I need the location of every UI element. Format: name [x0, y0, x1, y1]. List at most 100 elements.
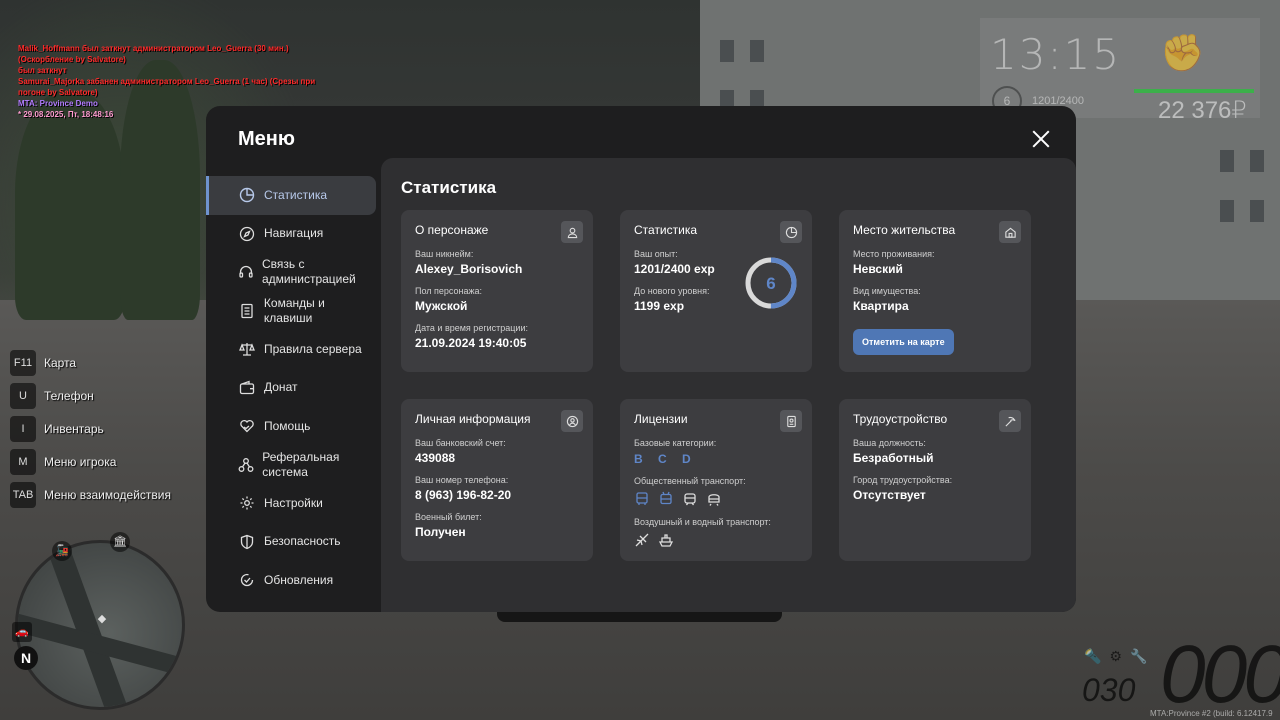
residence-place-value: Невский [853, 262, 903, 276]
nav-label: Настройки [264, 495, 323, 510]
registration-label: Дата и время регистрации: [415, 323, 528, 333]
stats-card: Статистика Ваш опыт: 1201/2400 exp До но… [620, 210, 812, 372]
level-value: 6 [766, 274, 775, 293]
nav-item-rules[interactable]: Правила сервера [206, 330, 376, 369]
residence-place-label: Место проживания: [853, 249, 935, 259]
gear-icon [238, 494, 256, 512]
nav-label: Донат [264, 380, 298, 395]
key-hint: TAB Меню взаимодействия [10, 478, 171, 511]
nav-item-updates[interactable]: Обновления [206, 561, 376, 600]
compass-icon [238, 225, 256, 243]
close-button[interactable] [1028, 126, 1054, 152]
key-label: Меню игрока [44, 454, 117, 469]
position-value: Безработный [853, 451, 934, 465]
nav-item-contact-admin[interactable]: Связь с администрацией [206, 253, 376, 292]
license-icon [780, 410, 802, 432]
speed-readout: 000 [1160, 629, 1280, 720]
key-label: Инвентарь [44, 421, 104, 436]
content-panel: Статистика О персонаже Ваш никнейм: Alex… [381, 158, 1076, 612]
pickaxe-icon [999, 410, 1021, 432]
airplane-icon [634, 532, 650, 548]
home-icon [999, 221, 1021, 243]
bank-account-label: Ваш банковский счет: [415, 438, 506, 448]
work-city-value: Отсутствует [853, 488, 926, 502]
nav-label: Статистика [264, 187, 328, 202]
chat-line: был заткнут [18, 66, 67, 75]
character-card: О персонаже Ваш никнейм: Alexey_Borisovi… [401, 210, 593, 372]
military-id-value: Получен [415, 525, 466, 539]
train-icon: 🚂 [52, 541, 72, 561]
nav-item-statistics[interactable]: Статистика [206, 176, 376, 215]
bank-account-value: 439088 [415, 451, 456, 465]
health-bar [1134, 89, 1254, 93]
ship-icon [658, 532, 674, 548]
headset-icon [238, 263, 254, 281]
hud-time: 13:15 [990, 30, 1122, 79]
nav-item-commands[interactable]: Команды и клавиши [206, 292, 376, 331]
nav-item-help[interactable]: Помощь [206, 407, 376, 446]
residence-card: Место жительства Место проживания: Невск… [839, 210, 1031, 372]
nav-item-referral[interactable]: Реферальная система [206, 446, 376, 485]
nav-label: Безопасность [264, 534, 341, 549]
trolleybus-icon [658, 491, 674, 507]
pie-chart-icon [780, 221, 802, 243]
nav-label: Правила сервера [264, 341, 362, 356]
key-cap: TAB [10, 481, 36, 508]
key-hint: F11 Карта [10, 346, 171, 379]
base-categories-value: B C D [634, 452, 697, 466]
air-water-transport-label: Воздушный и водный транспорт: [634, 517, 771, 527]
nickname-label: Ваш никнейм: [415, 249, 474, 259]
gender-label: Пол персонажа: [415, 286, 483, 296]
user-icon [561, 221, 583, 243]
military-id-label: Военный билет: [415, 512, 482, 522]
personal-info-card: Личная информация Ваш банковский счет: 4… [401, 399, 593, 561]
card-title: Место жительства [853, 223, 956, 237]
key-hint: I Инвентарь [10, 412, 171, 445]
mark-on-map-button[interactable]: Отметить на карте [853, 329, 954, 355]
menu-sidebar: Статистика Навигация Связь с администрац… [206, 176, 376, 600]
property-label: Вид имущества: [853, 286, 921, 296]
position-label: Ваша должность: [853, 438, 926, 448]
key-cap: U [10, 382, 36, 409]
tram-icon [682, 491, 698, 507]
base-categories-label: Базовые категории: [634, 438, 717, 448]
key-cap: F11 [10, 349, 36, 376]
nav-item-donate[interactable]: Донат [206, 369, 376, 408]
gender-value: Мужской [415, 299, 468, 313]
nav-item-navigation[interactable]: Навигация [206, 215, 376, 254]
card-title: Лицензии [634, 412, 688, 426]
nav-label: Команды и клавиши [263, 295, 325, 325]
nav-item-security[interactable]: Безопасность [206, 523, 376, 562]
registration-value: 21.09.2024 19:40:05 [415, 336, 527, 350]
hud-money: 22 376₽ [1158, 97, 1247, 124]
nav-label: Связь с администрацией [262, 257, 356, 287]
licenses-card: Лицензии Базовые категории: B C D Общест… [620, 399, 812, 561]
nav-label: Реферальная система [262, 449, 340, 479]
key-cap: I [10, 415, 36, 442]
bank-icon: 🏛 [110, 532, 130, 552]
vehicle-status-icons: 🔦⚙🔧 [1084, 648, 1156, 664]
wallet-icon [238, 379, 256, 397]
bus-icon [634, 491, 650, 507]
card-title: Статистика [634, 223, 698, 237]
work-city-label: Город трудоустройства: [853, 475, 953, 485]
shield-icon [238, 533, 256, 551]
card-title: Личная информация [415, 412, 531, 426]
employment-card: Трудоустройство Ваша должность: Безработ… [839, 399, 1031, 561]
public-transport-icons [634, 491, 798, 507]
key-hints: F11 Карта U Телефон I Инвентарь M Меню игрок… [10, 346, 171, 511]
fist-icon: ✊ [1160, 32, 1205, 73]
card-title: О персонаже [415, 223, 489, 237]
card-title: Трудоустройство [853, 412, 948, 426]
key-label: Телефон [44, 388, 94, 403]
car-icon: 🚗 [12, 622, 32, 642]
phone-label: Ваш номер телефона: [415, 475, 509, 485]
property-value: Квартира [853, 299, 909, 313]
pie-chart-icon [238, 186, 256, 204]
heart-hand-icon [238, 417, 256, 435]
phone-value: 8 (963) 196-82-20 [415, 488, 512, 502]
menu-title: Меню [238, 128, 295, 150]
key-hint: M Меню игрока [10, 445, 171, 478]
user-circle-icon [561, 410, 583, 432]
nav-item-settings[interactable]: Настройки [206, 484, 376, 523]
